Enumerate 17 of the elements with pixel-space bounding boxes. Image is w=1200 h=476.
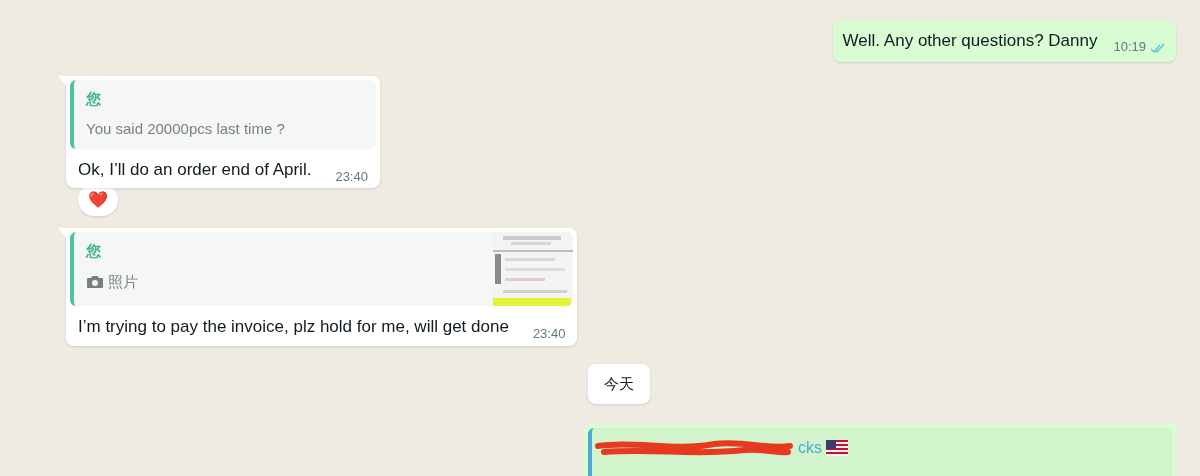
message-time: 23:40 xyxy=(335,167,368,186)
quote-text: You said 20000pcs last time ? xyxy=(86,119,285,139)
flag-icon xyxy=(826,440,848,456)
date-chip: 今天 xyxy=(588,363,650,404)
message-time: 23:40 xyxy=(532,325,566,343)
message-time: 10:19 xyxy=(1113,38,1146,56)
quoted-message[interactable]: cks xyxy=(588,428,1172,476)
quoted-message[interactable]: 您 You said 20000pcs last time ? xyxy=(70,79,376,149)
quote-author: 您 xyxy=(86,88,102,109)
message-text: Well. Any other questions? Danny xyxy=(842,30,1098,52)
quoted-message[interactable]: 您 照片 xyxy=(70,232,574,306)
quote-author: cks xyxy=(798,438,822,458)
camera-icon xyxy=(86,274,104,289)
quote-author: 您 xyxy=(86,241,102,261)
message-text: I’m trying to pay the invoice, plz hold for me, will get done xyxy=(78,316,509,338)
message-text: Ok, I’ll do an order end of April. xyxy=(78,158,312,181)
quote-text: 照片 xyxy=(108,271,138,292)
